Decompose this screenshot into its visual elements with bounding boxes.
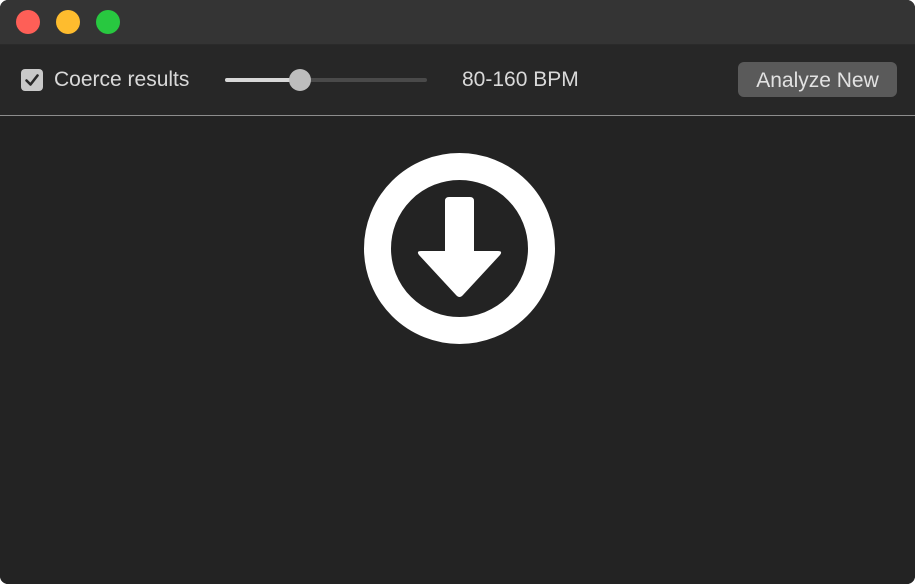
title-bar	[0, 0, 915, 45]
download-arrow-circle-icon	[364, 153, 555, 344]
coerce-results-label[interactable]: Coerce results	[54, 68, 189, 92]
tempo-range-slider[interactable]	[225, 69, 427, 91]
analyze-new-button[interactable]: Analyze New	[738, 62, 897, 97]
app-window: Coerce results 80-160 BPM Analyze New	[0, 0, 915, 584]
close-window-button[interactable]	[16, 10, 40, 34]
zoom-window-button[interactable]	[96, 10, 120, 34]
checkmark-icon	[25, 74, 39, 86]
bpm-range-label: 80-160 BPM	[462, 68, 579, 91]
minimize-window-button[interactable]	[56, 10, 80, 34]
toolbar: Coerce results 80-160 BPM Analyze New	[0, 45, 915, 116]
slider-thumb[interactable]	[289, 69, 311, 91]
coerce-results-checkbox[interactable]	[21, 69, 43, 91]
drop-zone[interactable]	[0, 116, 915, 584]
